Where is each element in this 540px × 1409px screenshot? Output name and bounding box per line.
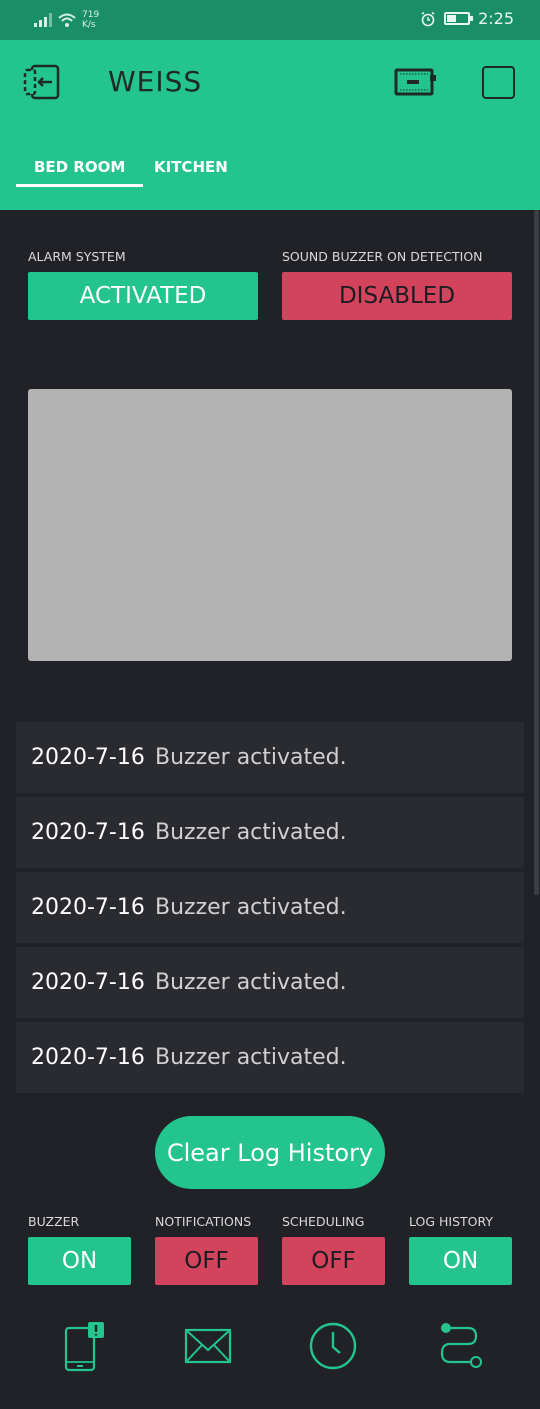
log-message: Buzzer activated. [155,1045,347,1070]
log-message: Buzzer activated. [155,895,347,920]
log-row: 2020-7-16 Buzzer activated. [16,722,524,793]
log-row: 2020-7-16 Buzzer activated. [16,947,524,1018]
log-list[interactable]: 2020-7-16 Buzzer activated. 2020-7-16 Bu… [16,722,524,1097]
log-message: Buzzer activated. [155,745,347,770]
log-history-label: LOG HISTORY [409,1214,494,1229]
clock-time: 2:25 [478,9,514,28]
mail-icon[interactable] [183,1320,233,1372]
log-date: 2020-7-16 [31,1045,145,1070]
alarm-system-label: ALARM SYSTEM [28,249,126,264]
status-bar: 719 K/s 2:25 [0,0,540,40]
clock-icon[interactable] [308,1320,358,1372]
speed-unit: K/s [82,20,96,30]
scheduling-toggle[interactable]: OFF [282,1237,385,1285]
log-history-toggle[interactable]: ON [409,1237,512,1285]
tab-bar: BED ROOM KITCHEN [0,158,540,188]
exit-icon[interactable] [22,64,62,100]
speed-value: 719 [82,10,100,20]
log-row: 2020-7-16 Buzzer activated. [16,872,524,943]
alarm-clock-icon [421,11,435,26]
buzzer-label: BUZZER [28,1214,80,1229]
signal-icon [34,13,52,27]
sound-buzzer-button[interactable]: DISABLED [282,272,512,320]
log-date: 2020-7-16 [31,895,145,920]
stop-square-button[interactable] [482,66,515,99]
log-date: 2020-7-16 [31,970,145,995]
log-message: Buzzer activated. [155,970,347,995]
scrollbar[interactable] [534,210,539,895]
clear-log-history-button[interactable]: Clear Log History [155,1116,385,1189]
video-stream[interactable] [28,389,512,661]
sound-buzzer-label: SOUND BUZZER ON DETECTION [282,249,483,264]
battery-icon [444,12,474,25]
tab-kitchen[interactable]: KITCHEN [154,158,228,188]
route-icon[interactable] [436,1320,486,1372]
log-row: 2020-7-16 Buzzer activated. [16,1022,524,1093]
log-message: Buzzer activated. [155,820,347,845]
wifi-icon [58,13,76,27]
tab-bed-room[interactable]: BED ROOM [15,158,144,188]
phone-alert-icon[interactable] [58,1320,108,1372]
alarm-system-button[interactable]: ACTIVATED [28,272,258,320]
log-date: 2020-7-16 [31,820,145,845]
device-icon[interactable] [394,66,438,98]
log-row: 2020-7-16 Buzzer activated. [16,797,524,868]
log-date: 2020-7-16 [31,745,145,770]
network-speed: 719 K/s [82,10,99,30]
scheduling-label: SCHEDULING [282,1214,365,1229]
notifications-toggle[interactable]: OFF [155,1237,258,1285]
app-header: WEISS BED ROOM KITCHEN [0,40,540,210]
page-title: WEISS [108,65,203,98]
buzzer-toggle[interactable]: ON [28,1237,131,1285]
notifications-label: NOTIFICATIONS [155,1214,252,1229]
